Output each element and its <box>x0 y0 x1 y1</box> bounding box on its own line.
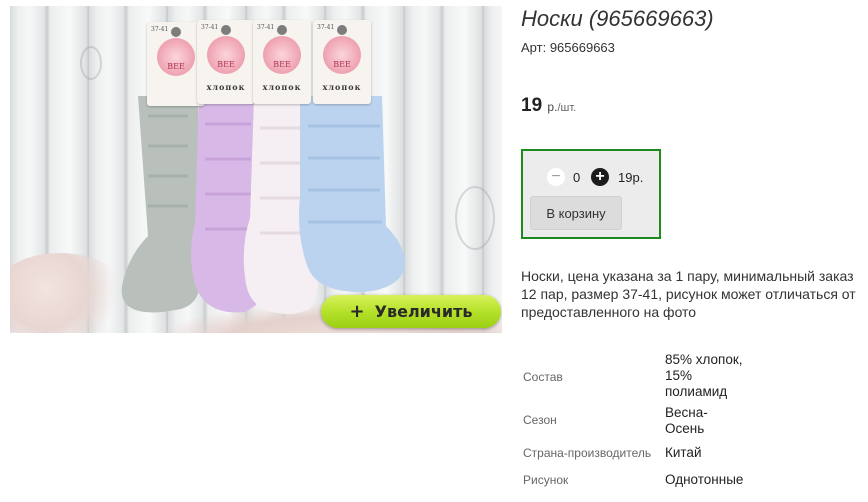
spec-label: Рисунок <box>523 473 569 487</box>
tag-word: хлопок <box>262 82 302 92</box>
product-sku: Арт: 965669663 <box>521 40 615 55</box>
tag-word: хлопок <box>206 82 246 92</box>
buy-box: − 0 + 19р. В корзину <box>521 149 661 239</box>
spec-label: Страна-производитель <box>523 446 652 460</box>
sku-label: Арт: <box>521 40 547 55</box>
spec-label: Сезон <box>523 413 557 427</box>
sock-blue <box>290 86 415 301</box>
spec-value: 85% хлопок, 15% полиамид <box>665 352 743 399</box>
tag-hole-icon <box>171 27 181 37</box>
spec-label: Состав <box>523 370 563 384</box>
tag-brand: BEE <box>217 60 235 69</box>
price-per: /шт. <box>557 102 577 114</box>
lace-doily <box>10 253 130 333</box>
wood-texture <box>455 186 495 250</box>
spec-value: Китай <box>665 445 702 460</box>
sock-tag: 37-41 BEE хлопок <box>197 20 255 104</box>
tag-size: 37-41 <box>317 24 335 31</box>
tag-hole-icon <box>337 25 347 35</box>
zoom-button-label: Увеличить <box>374 302 473 321</box>
tag-hole-icon <box>277 25 287 35</box>
tag-hole-icon <box>221 25 231 35</box>
sock-tag: 37-41 BEE хлопок <box>253 20 311 104</box>
quantity-value: 0 <box>573 170 581 185</box>
zoom-button[interactable]: + Увеличить <box>321 295 501 328</box>
wood-texture <box>80 46 102 80</box>
plus-icon: + <box>349 301 365 322</box>
spec-value: Весна-Осень <box>665 405 708 436</box>
plus-icon[interactable]: + <box>591 168 609 186</box>
tag-size: 37-41 <box>151 26 169 33</box>
tag-brand: BEE <box>273 60 291 69</box>
price-unit: р. <box>547 100 558 114</box>
add-to-cart-button[interactable]: В корзину <box>530 196 622 230</box>
product-title: Носки (965669663) <box>521 6 714 31</box>
tag-size: 37-41 <box>257 24 275 31</box>
minus-icon[interactable]: − <box>547 168 565 186</box>
line-total: 19р. <box>618 170 644 185</box>
sock-tag: 37-41 BEE хлопок <box>313 20 371 104</box>
product-photo[interactable]: 37-41 BEE 37-41 BEE хлопок 37-41 BEE хло… <box>10 6 502 333</box>
tag-brand: BEE <box>333 60 351 69</box>
price-value: 19 <box>521 95 543 116</box>
tag-size: 37-41 <box>201 24 219 31</box>
product-price: 19 р./шт. <box>521 95 576 117</box>
spec-value: Однотонные <box>665 472 744 487</box>
tag-word: хлопок <box>322 82 362 92</box>
product-description: Носки, цена указана за 1 пару, минимальн… <box>521 268 856 320</box>
sku-value: 965669663 <box>549 40 615 55</box>
